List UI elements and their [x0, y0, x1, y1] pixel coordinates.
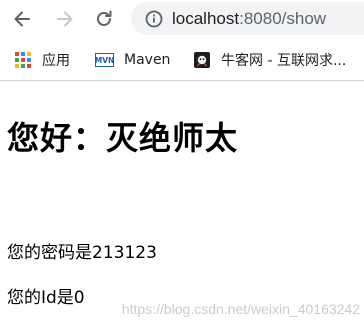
back-button[interactable] [9, 6, 35, 32]
reload-icon [97, 10, 112, 26]
bookmark-maven[interactable]: MVN Maven [95, 50, 170, 70]
nowcoder-icon [194, 52, 210, 68]
url-text[interactable]: localhost:8080/show [172, 9, 326, 29]
bookmark-label: Maven [124, 52, 171, 68]
forward-button[interactable] [52, 6, 78, 32]
password-text: 您的密码是213123 [7, 243, 157, 263]
bookmark-nowcoder[interactable]: 牛客网 - 互联网求... [194, 50, 346, 70]
url-host: localhost [172, 8, 240, 28]
watermark-text: https://blog.csdn.net/weixin_40163242 [121, 301, 360, 317]
bookmarks-bar: 应用 MVN Maven 牛客网 - 互联网求... [0, 40, 364, 81]
info-icon[interactable] [145, 10, 163, 28]
bookmark-label: 应用 [42, 53, 70, 69]
apps-grid-icon [15, 52, 31, 68]
forward-arrow-icon [57, 11, 73, 27]
browser-toolbar: localhost:8080/show [0, 0, 364, 38]
bookmark-apps[interactable]: 应用 [15, 50, 70, 70]
maven-icon: MVN [95, 52, 114, 68]
page-content: 您好：灭绝师太 您的密码是213123 您的Id是0 https://blog.… [0, 81, 364, 322]
page-title: 您好：灭绝师太 [7, 119, 239, 157]
bookmark-label: 牛客网 - 互联网求... [221, 53, 347, 69]
url-path: :8080/show [239, 8, 327, 28]
back-arrow-icon [14, 11, 30, 27]
address-bar[interactable]: localhost:8080/show [131, 2, 364, 35]
svg-text:MVN: MVN [95, 56, 114, 65]
id-text: 您的Id是0 [7, 288, 85, 308]
reload-button[interactable] [91, 6, 117, 32]
